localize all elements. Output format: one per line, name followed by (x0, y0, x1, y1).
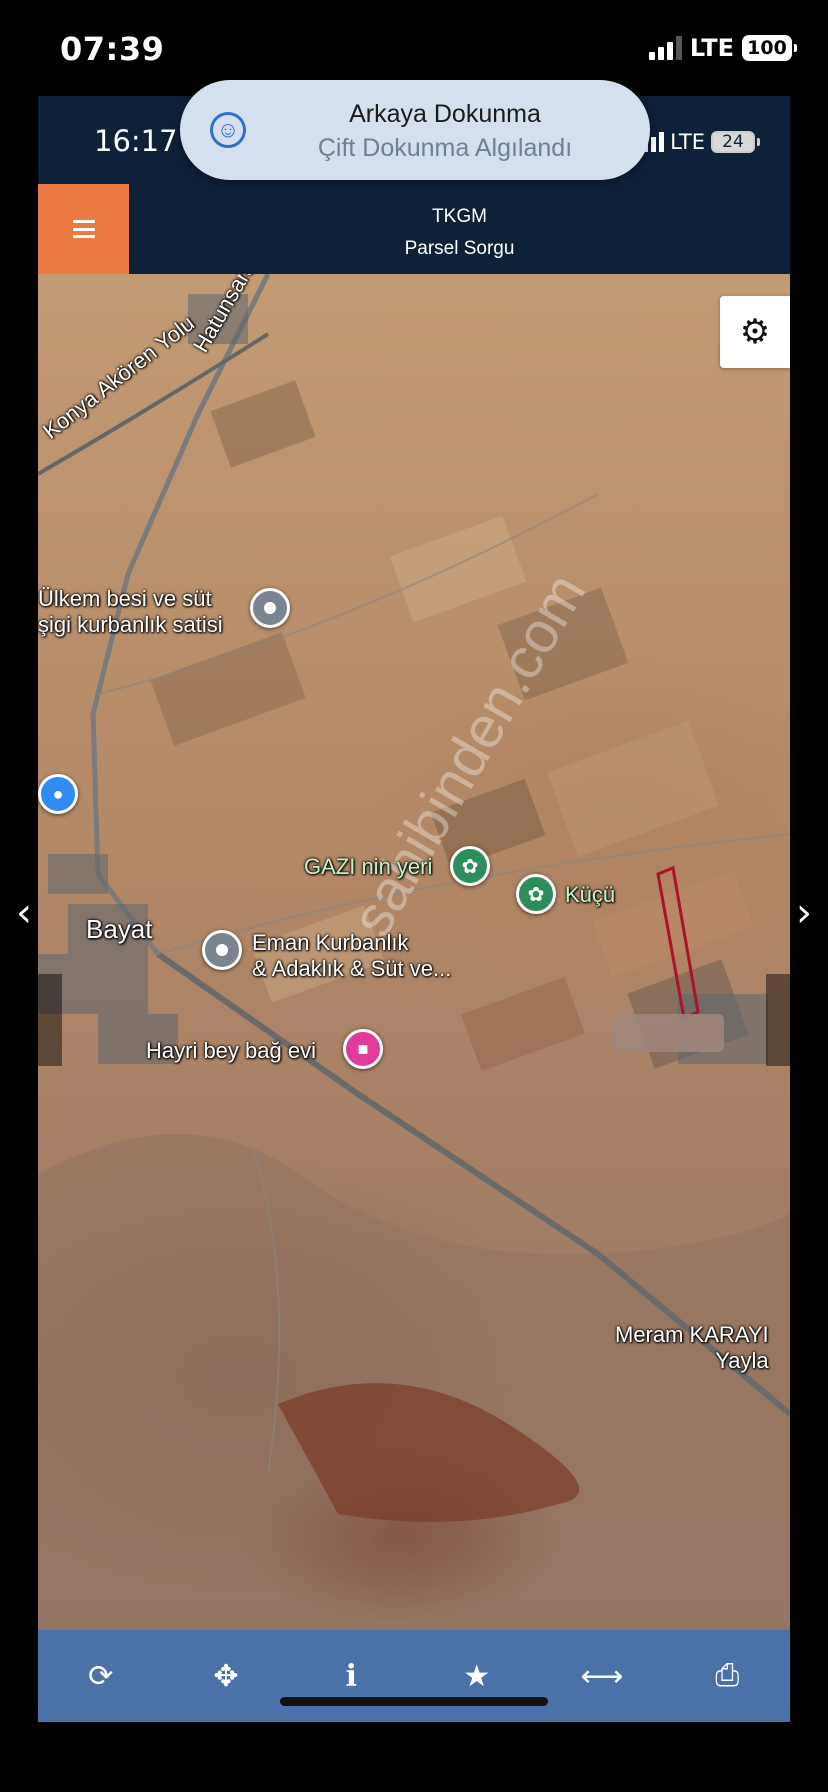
place-label-hayri[interactable]: Hayri bey bağ evi (146, 1038, 316, 1064)
chevron-right-icon[interactable]: › (796, 890, 812, 936)
app-header: TKGM Parsel Sorgu (38, 184, 790, 274)
inner-battery-tip (757, 138, 760, 146)
place-label-ulkem[interactable]: Ülkem besi ve süt şigi kurbanlık satisi (38, 586, 223, 638)
arrows-horizontal-icon[interactable]: ⟷ (572, 1646, 632, 1706)
inner-status-icons: LTE 24 (643, 130, 760, 154)
print-icon[interactable]: ⎙ (697, 1646, 757, 1706)
signal-icon (648, 36, 682, 60)
outer-time: 07:39 (60, 30, 165, 68)
app-title: TKGM (432, 206, 487, 227)
inner-time: 16:17 (94, 124, 178, 158)
bottom-toolbar: ⟳ ✥ i ★ ⟷ ⎙ (38, 1630, 790, 1722)
place-label-bayat[interactable]: Bayat (86, 914, 153, 945)
network-type: LTE (689, 34, 734, 62)
place-label-kucu[interactable]: Küçü (565, 882, 615, 908)
chevron-left-icon[interactable]: ‹ (16, 890, 32, 936)
park-icon[interactable]: ✿ (450, 846, 490, 886)
gear-icon: ⚙ (739, 313, 771, 351)
map-next-handle[interactable] (766, 974, 790, 1066)
accessibility-notification[interactable]: ☺ Arkaya Dokunma Çift Dokunma Algılandı (180, 80, 650, 180)
refresh-icon[interactable]: ⟳ (71, 1646, 131, 1706)
inner-battery-icon: 24 (711, 131, 755, 153)
app-screen: 16:17 LTE 24 TKGM Parsel Sorgu sahibinde… (38, 96, 790, 1722)
battery-icon: 100 (742, 35, 797, 61)
redaction-box (612, 1014, 724, 1052)
menu-button[interactable] (38, 184, 129, 274)
place-label-meram[interactable]: Meram KARAYI Yayla (615, 1322, 769, 1374)
crosshair-icon[interactable]: ✥ (196, 1646, 256, 1706)
place-label-eman[interactable]: Eman Kurbanlık & Adaklık & Süt ve... (252, 930, 451, 982)
inner-network-type: LTE (670, 130, 705, 154)
map-prev-handle[interactable] (38, 974, 62, 1066)
satellite-map[interactable]: sahibinden.com Konya Akören Yolu Hatunsa… (38, 274, 790, 1630)
notification-subtitle: Çift Dokunma Algılandı (317, 134, 573, 162)
home-indicator[interactable] (280, 1697, 548, 1706)
location-pin-icon[interactable] (202, 930, 242, 970)
settings-button[interactable]: ⚙ (720, 296, 790, 368)
lodging-icon[interactable]: ■ (343, 1029, 383, 1069)
hamburger-icon (72, 220, 95, 238)
park-icon[interactable]: ✿ (516, 874, 556, 914)
place-label-gazi[interactable]: GAZI nin yeri (304, 854, 432, 880)
shopping-bag-icon[interactable]: ● (38, 774, 78, 814)
app-subtitle: Parsel Sorgu (404, 238, 515, 259)
location-pin-icon[interactable] (250, 588, 290, 628)
outer-status-icons: LTE 100 (648, 34, 797, 62)
notification-title: Arkaya Dokunma (349, 100, 541, 128)
